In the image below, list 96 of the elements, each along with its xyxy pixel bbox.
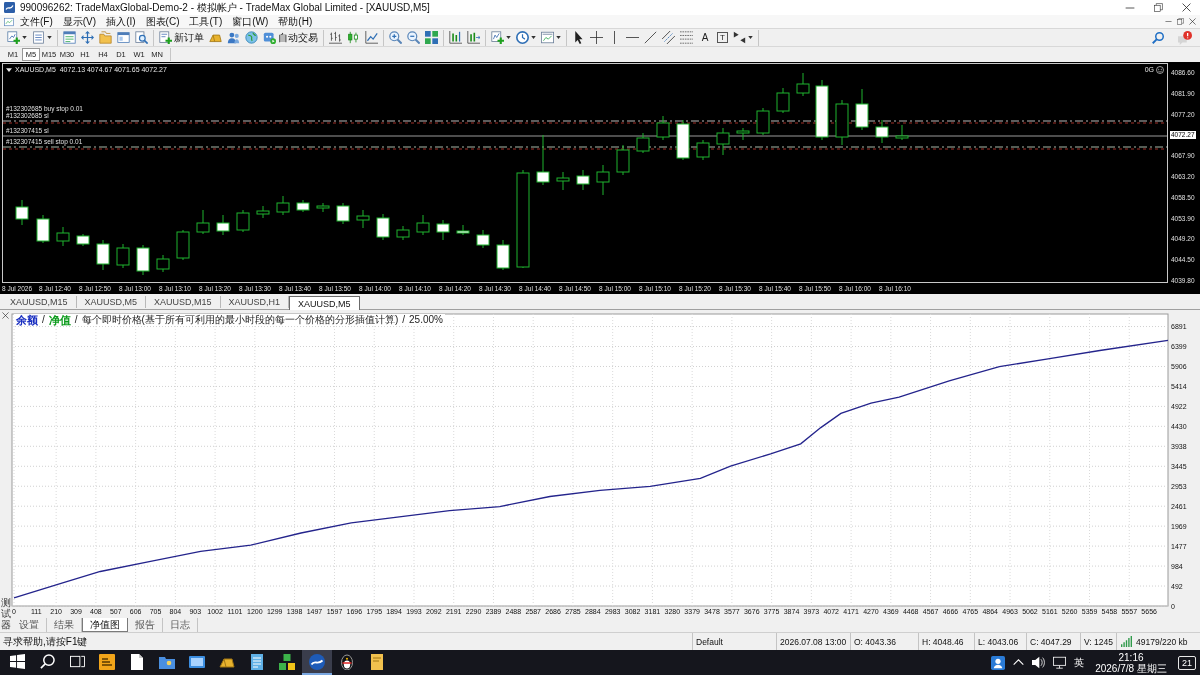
status-help-text: 寻求帮助,请按F1键: [2, 634, 89, 649]
fibonacci-icon: [680, 31, 693, 44]
status-traffic: 49179/220 kb: [1136, 636, 1188, 647]
notification-button[interactable]: 21: [1178, 655, 1196, 670]
chart-app-icon: [309, 653, 325, 670]
speaker-icon: [1032, 656, 1045, 669]
auto-trading-button[interactable]: 自动交易: [261, 29, 320, 46]
window-title: 990096262: TradeMaxGlobal-Demo-2 - 模拟帐户 - TradeMax Global Limited - [XAUUSD,M5]: [20, 1, 431, 15]
menu-item[interactable]: 窗口(W): [228, 15, 273, 28]
caret-icon: [22, 36, 27, 39]
menu-item[interactable]: 帮助(H): [274, 15, 317, 28]
window-app-icon: [189, 653, 205, 670]
magnifier-doc-icon: [135, 31, 148, 44]
chart-tab[interactable]: XAUUSD,M15: [2, 296, 77, 308]
trendline-icon: [644, 31, 657, 44]
document-page-icon: [129, 653, 145, 670]
menu-item[interactable]: 插入(I): [102, 15, 140, 28]
order-plus-icon: [159, 31, 172, 44]
tester-tab[interactable]: 净值图: [82, 618, 128, 632]
text-label-button[interactable]: T: [717, 32, 728, 43]
legend-separator: /: [42, 314, 45, 326]
template-icon: [541, 31, 554, 44]
document-icon: [32, 31, 45, 44]
window-panel-icon: [117, 31, 130, 44]
toolbar-button[interactable]: [731, 29, 755, 46]
caret-icon: [556, 36, 561, 39]
crosshair-icon: [590, 31, 603, 44]
panel-side-label: 测试器: [0, 597, 11, 630]
tile-grid-icon: [425, 31, 438, 44]
chart-shift-icon: [449, 31, 462, 44]
toolbar-button[interactable]: [642, 29, 659, 46]
menu-item[interactable]: 文件(F): [16, 15, 57, 28]
task-view-icon: [69, 654, 85, 669]
cursor-icon: [572, 31, 585, 44]
globe-icon: [245, 31, 258, 44]
zoom-in-icon: [389, 31, 402, 44]
arrows-tool-icon: [733, 31, 746, 44]
monitor-icon: [1053, 656, 1066, 669]
robot-play-icon: [263, 31, 276, 44]
minimize-icon: [1164, 18, 1172, 25]
search-icon: [39, 654, 55, 669]
close-button[interactable]: [1, 311, 10, 319]
notepad-icon: [249, 653, 265, 670]
text-tool-button[interactable]: A: [698, 29, 712, 46]
auto-scroll-icon: [467, 31, 480, 44]
chevron-up-icon: [1013, 657, 1024, 668]
person-badge-icon: [991, 655, 1005, 670]
zoom-out-icon: [407, 31, 420, 44]
menu-item[interactable]: 图表(C): [141, 15, 184, 28]
chart-plus-icon: [7, 31, 20, 44]
four-panes-icon: [9, 654, 25, 669]
restore-icon: [1176, 18, 1184, 25]
bars-icon: [329, 31, 342, 44]
chart-tab[interactable]: XAUUSD,M5: [289, 296, 360, 310]
caret-icon: [506, 36, 511, 39]
clock-button[interactable]: 21:16 2026/7/8 星期三: [1090, 650, 1172, 675]
caret-icon: [531, 36, 536, 39]
legend-separator: /: [74, 314, 78, 326]
chart-tab[interactable]: XAUUSD,M5: [76, 296, 147, 308]
indicator-plus-icon: [491, 31, 504, 44]
ingot-icon: [209, 31, 222, 44]
squares-icon: [279, 653, 295, 670]
clock-icon: [516, 31, 529, 44]
penguin-icon: [339, 653, 355, 670]
caret-icon: [748, 36, 753, 39]
crosshair-arrows-icon: [81, 31, 94, 44]
signal-bars-icon: [1120, 636, 1133, 647]
people-icon: [227, 31, 240, 44]
menu-item[interactable]: 工具(T): [185, 15, 227, 28]
folder-page-icon: [369, 653, 385, 670]
toolbar-button[interactable]: [588, 29, 605, 46]
chart-tab[interactable]: XAUUSD,M15: [146, 296, 221, 308]
new-order-button[interactable]: 新订单: [157, 29, 206, 46]
legend-label: 净值: [48, 314, 71, 326]
taskbar-app-button[interactable]: [302, 650, 332, 675]
list-window-icon: [63, 31, 76, 44]
restore-icon: [1153, 3, 1163, 12]
modelling-quality-text: 25.00%: [409, 314, 443, 326]
folder-stack-icon: [99, 31, 112, 44]
close-icon: [1181, 3, 1191, 12]
line-chart-icon: [365, 31, 378, 44]
test-model-text: 每个即时价格(基于所有可利用的最小时段的每一个价格的分形插值计算): [81, 314, 399, 326]
legend-label: 余额: [16, 314, 38, 326]
alerts-button[interactable]: [1176, 29, 1194, 46]
restore-button[interactable]: [1176, 17, 1184, 26]
close-button[interactable]: [1188, 17, 1196, 26]
menu-item[interactable]: 显示(V): [58, 15, 101, 28]
channel-icon: [662, 31, 675, 44]
input-language-button[interactable]: 英: [1072, 650, 1086, 675]
search-icon: [1152, 31, 1164, 44]
legend-separator: /: [402, 314, 405, 326]
close-icon: [1188, 18, 1196, 25]
app-tile-icon: [99, 653, 115, 670]
candles-icon: [347, 31, 360, 44]
close-icon: [2, 311, 9, 319]
caret-icon: [47, 36, 52, 39]
